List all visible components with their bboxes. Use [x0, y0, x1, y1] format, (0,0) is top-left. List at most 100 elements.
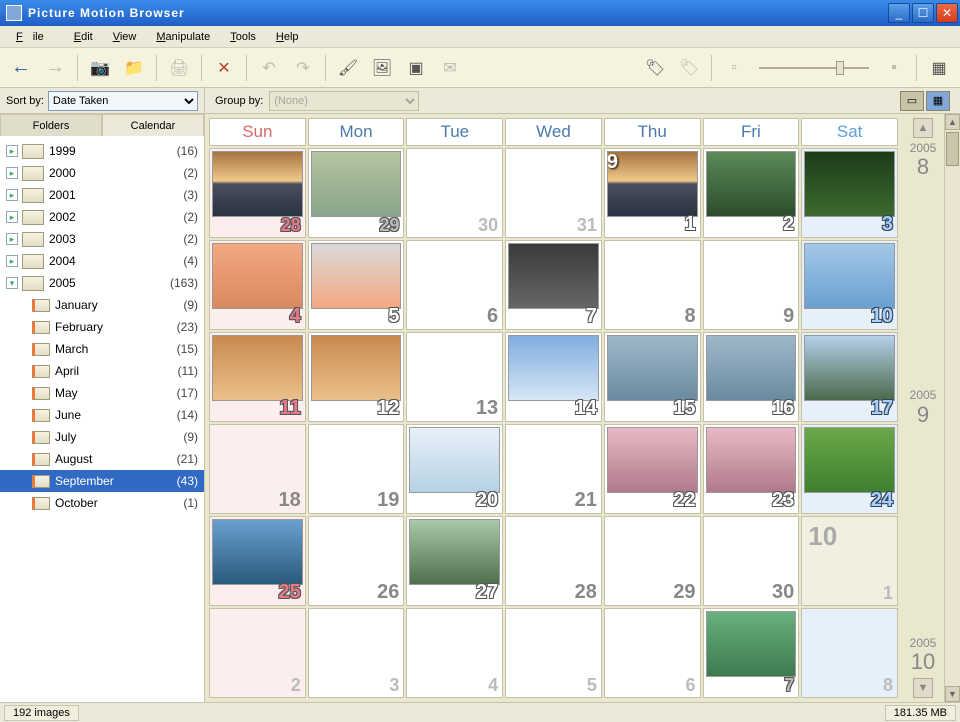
- calendar-cell[interactable]: 14: [505, 332, 602, 422]
- calendar-cell[interactable]: 23: [703, 424, 800, 514]
- calendar-cell[interactable]: 3: [308, 608, 405, 698]
- menu-view[interactable]: View: [103, 29, 147, 45]
- menu-help[interactable]: Help: [266, 29, 309, 45]
- calendar-cell[interactable]: 20: [406, 424, 503, 514]
- print-button[interactable]: 🖨: [164, 54, 194, 82]
- menu-edit[interactable]: Edit: [64, 29, 103, 45]
- tab-calendar[interactable]: Calendar: [102, 114, 204, 136]
- zoom-out-button[interactable]: ▫: [719, 54, 749, 82]
- tree-year-1999[interactable]: ▸1999(16): [0, 140, 204, 162]
- tree-month-april[interactable]: April(11): [0, 360, 204, 382]
- zoom-in-button[interactable]: ▪: [879, 54, 909, 82]
- calendar-cell[interactable]: 8: [604, 240, 701, 330]
- tree-year-2003[interactable]: ▸2003(2): [0, 228, 204, 250]
- tree-month-june[interactable]: June(14): [0, 404, 204, 426]
- rail-next-month[interactable]: 200510: [910, 637, 937, 674]
- mail-button[interactable]: ✉: [435, 54, 465, 82]
- menu-file[interactable]: File: [6, 29, 64, 45]
- sort-select[interactable]: Date Taken: [48, 91, 198, 111]
- calendar-cell[interactable]: 29: [604, 516, 701, 606]
- tree-month-september[interactable]: September(43): [0, 470, 204, 492]
- tree-year-2000[interactable]: ▸2000(2): [0, 162, 204, 184]
- tree-month-july[interactable]: July(9): [0, 426, 204, 448]
- calendar-cell[interactable]: 6: [406, 240, 503, 330]
- calendar-cell[interactable]: 27: [406, 516, 503, 606]
- tree-month-march[interactable]: March(15): [0, 338, 204, 360]
- calendar-cell[interactable]: 5: [308, 240, 405, 330]
- edit-image-button[interactable]: 🖌: [333, 54, 363, 82]
- calendar-cell[interactable]: 18: [209, 424, 306, 514]
- rotate-right-button[interactable]: ↷: [288, 54, 318, 82]
- calendar-cell[interactable]: 5: [505, 608, 602, 698]
- rotate-left-button[interactable]: ↶: [254, 54, 284, 82]
- tree-year-2005[interactable]: ▾2005(163): [0, 272, 204, 294]
- rail-current-month[interactable]: 20059: [910, 389, 937, 426]
- zoom-slider[interactable]: [759, 63, 869, 73]
- calendar-cell[interactable]: 17: [801, 332, 898, 422]
- tree-month-october[interactable]: October(1): [0, 492, 204, 514]
- tree-year-2004[interactable]: ▸2004(4): [0, 250, 204, 272]
- tag2-button[interactable]: 🏷: [674, 54, 704, 82]
- calendar-cell[interactable]: 2: [209, 608, 306, 698]
- calendar-cell[interactable]: 91: [604, 148, 701, 238]
- delete-button[interactable]: ✕: [209, 54, 239, 82]
- minimize-button[interactable]: _: [888, 3, 910, 23]
- month-down-button[interactable]: ▼: [913, 678, 933, 698]
- tree-year-2001[interactable]: ▸2001(3): [0, 184, 204, 206]
- calendar-cell[interactable]: 6: [604, 608, 701, 698]
- calendar-cell[interactable]: 25: [209, 516, 306, 606]
- scrollbar[interactable]: ▲ ▼: [944, 114, 960, 702]
- calendar-cell[interactable]: 21: [505, 424, 602, 514]
- image-tool-button[interactable]: 🖼: [367, 54, 397, 82]
- calendar-cell[interactable]: 3: [801, 148, 898, 238]
- menu-tools[interactable]: Tools: [220, 29, 266, 45]
- tree-month-august[interactable]: August(21): [0, 448, 204, 470]
- calendar-cell[interactable]: 9: [703, 240, 800, 330]
- scroll-up-button[interactable]: ▲: [945, 114, 960, 130]
- calendar-cell[interactable]: 10: [801, 240, 898, 330]
- calendar-cell[interactable]: 4: [209, 240, 306, 330]
- close-button[interactable]: ✕: [936, 3, 958, 23]
- calendar-cell[interactable]: 11: [209, 332, 306, 422]
- calendar-cell[interactable]: 26: [308, 516, 405, 606]
- rail-prev-month[interactable]: 20058: [910, 142, 937, 179]
- scroll-down-button[interactable]: ▼: [945, 686, 960, 702]
- back-button[interactable]: ←: [6, 54, 36, 82]
- calendar-cell[interactable]: 12: [308, 332, 405, 422]
- import-button[interactable]: 📷: [85, 54, 115, 82]
- tree-month-january[interactable]: January(9): [0, 294, 204, 316]
- calendar-view-icon[interactable]: ▦: [926, 91, 950, 111]
- calendar-cell[interactable]: 24: [801, 424, 898, 514]
- tree-year-2002[interactable]: ▸2002(2): [0, 206, 204, 228]
- tag-button[interactable]: 🏷: [640, 54, 670, 82]
- open-folder-button[interactable]: 📁: [119, 54, 149, 82]
- calendar-cell[interactable]: 28: [505, 516, 602, 606]
- month-up-button[interactable]: ▲: [913, 118, 933, 138]
- filmstrip-view-icon[interactable]: ▭: [900, 91, 924, 111]
- maximize-button[interactable]: ☐: [912, 3, 934, 23]
- calendar-cell[interactable]: 29: [308, 148, 405, 238]
- forward-button[interactable]: →: [40, 54, 70, 82]
- calendar-cell[interactable]: 8: [801, 608, 898, 698]
- tree-month-may[interactable]: May(17): [0, 382, 204, 404]
- tab-folders[interactable]: Folders: [0, 114, 102, 136]
- menu-manipulate[interactable]: Manipulate: [146, 29, 220, 45]
- tree-month-february[interactable]: February(23): [0, 316, 204, 338]
- calendar-cell[interactable]: 101: [801, 516, 898, 606]
- calendar-cell[interactable]: 7: [703, 608, 800, 698]
- scroll-thumb[interactable]: [946, 132, 959, 166]
- calendar-cell[interactable]: 19: [308, 424, 405, 514]
- slideshow-button[interactable]: ▣: [401, 54, 431, 82]
- calendar-cell[interactable]: 22: [604, 424, 701, 514]
- calendar-cell[interactable]: 13: [406, 332, 503, 422]
- calendar-cell[interactable]: 15: [604, 332, 701, 422]
- calendar-cell[interactable]: 30: [406, 148, 503, 238]
- calendar-cell[interactable]: 16: [703, 332, 800, 422]
- titlebar[interactable]: Picture Motion Browser _ ☐ ✕: [0, 0, 960, 26]
- calendar-cell[interactable]: 31: [505, 148, 602, 238]
- group-select[interactable]: (None): [269, 91, 419, 111]
- view-mode-button[interactable]: ▦: [924, 54, 954, 82]
- calendar-cell[interactable]: 2: [703, 148, 800, 238]
- calendar-cell[interactable]: 7: [505, 240, 602, 330]
- calendar-cell[interactable]: 4: [406, 608, 503, 698]
